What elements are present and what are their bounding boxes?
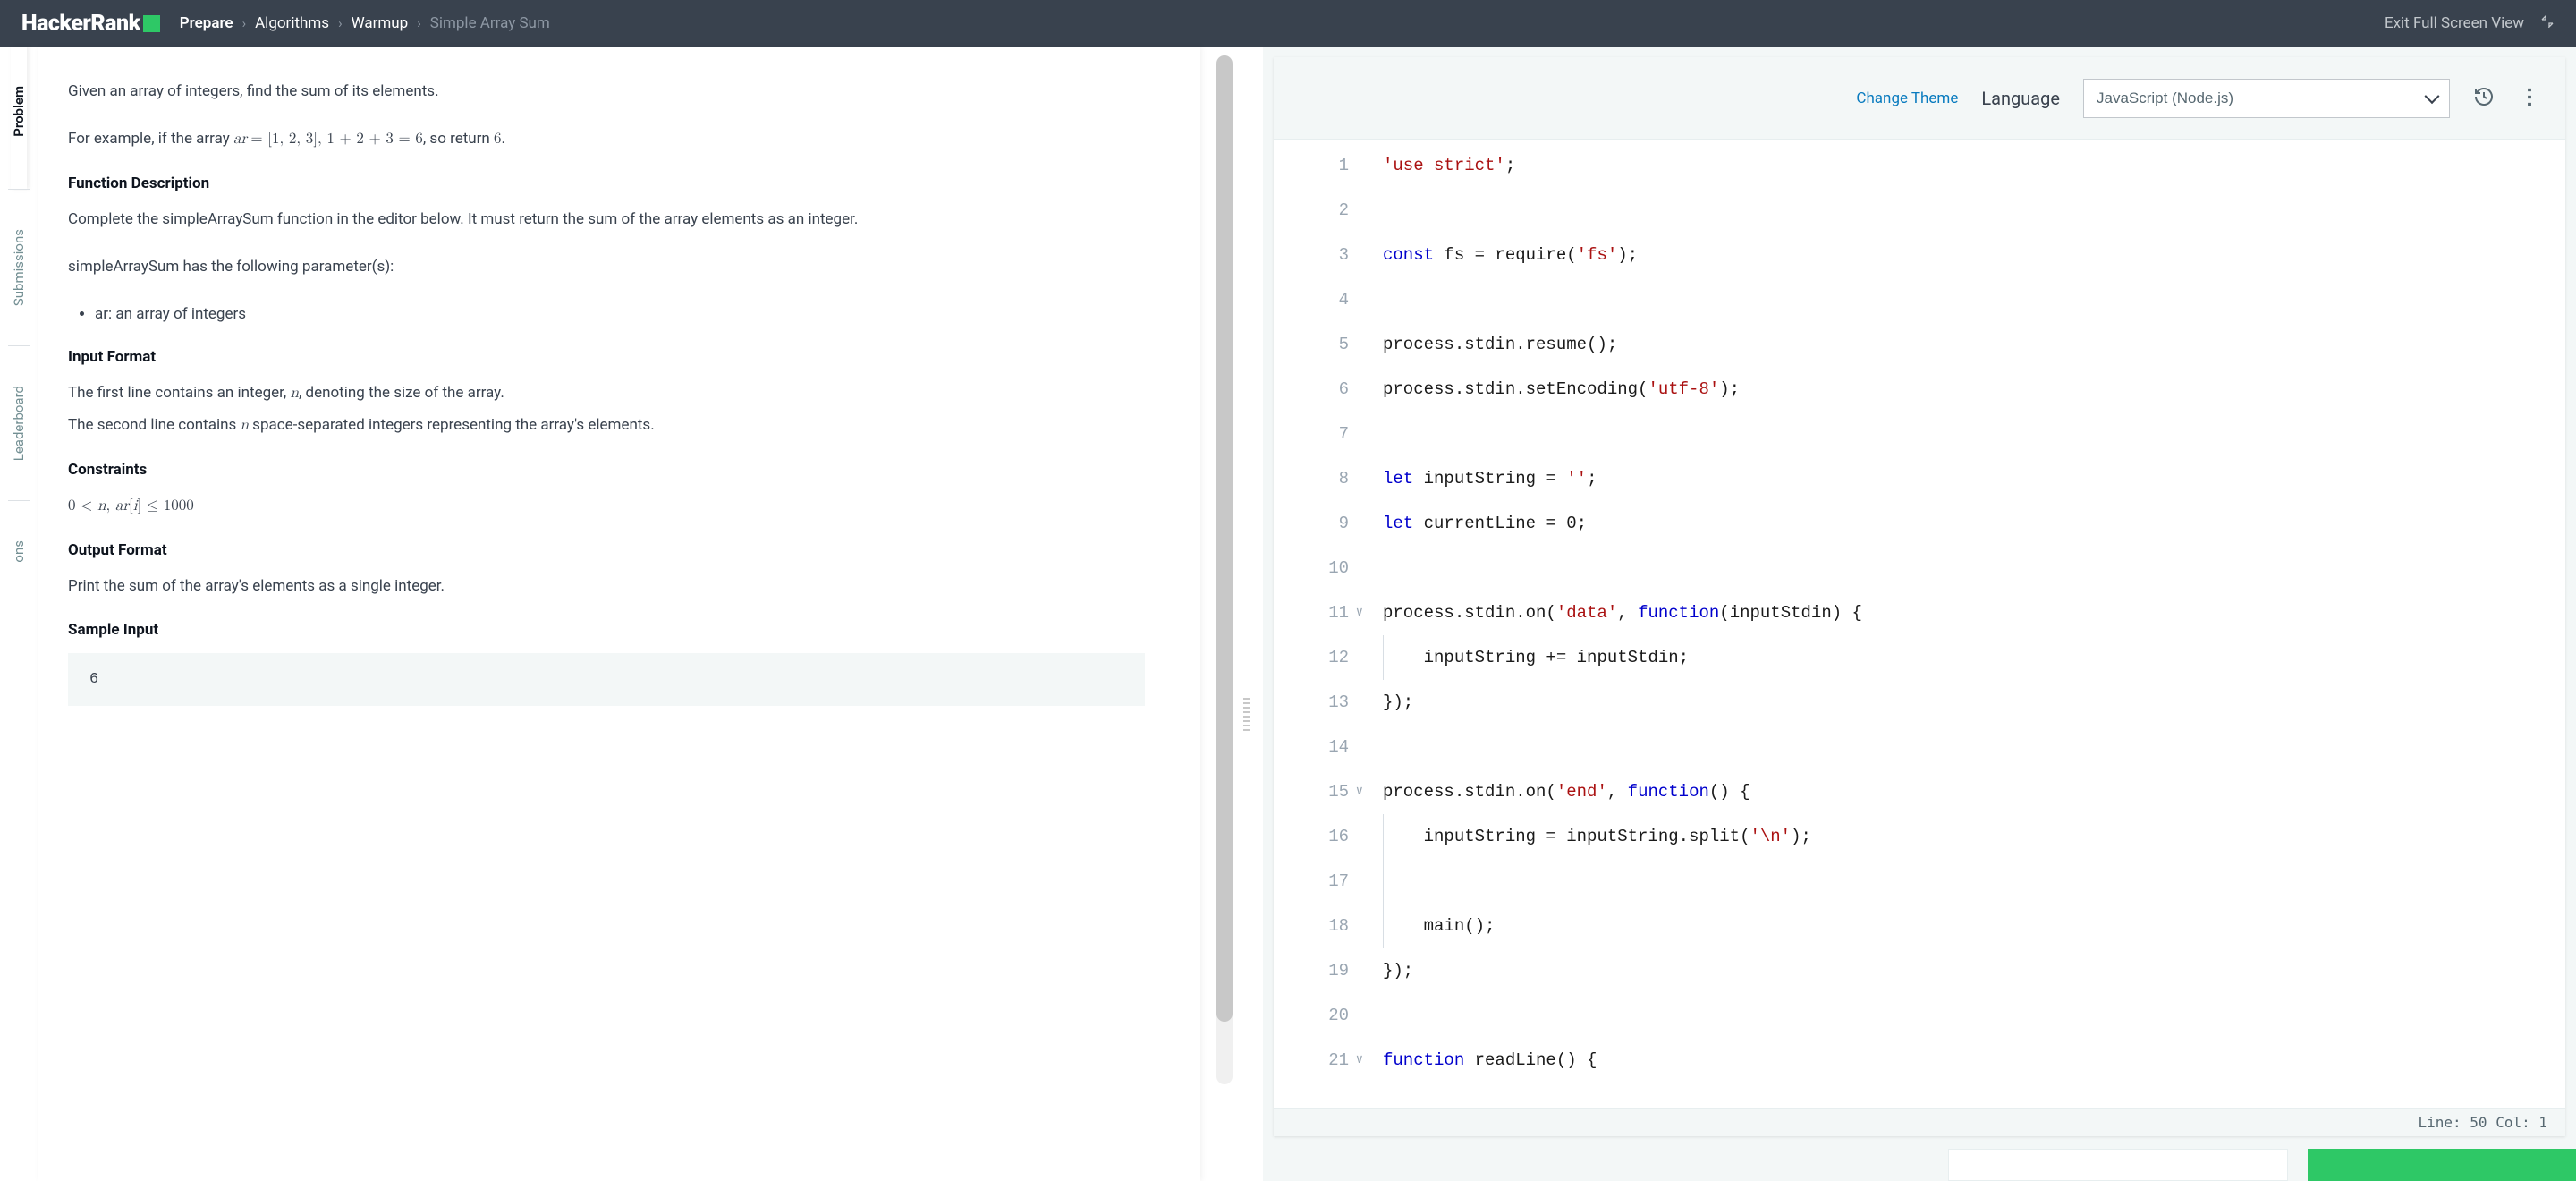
breadcrumb-current: Simple Array Sum [430, 14, 550, 32]
editor-status-bar: Line: 50 Col: 1 [1274, 1108, 2565, 1136]
side-tabs: Problem Submissions Leaderboard ons [0, 47, 38, 1181]
fold-icon[interactable]: ∨ [1356, 1038, 1363, 1083]
section-heading: Input Format [68, 348, 1145, 366]
tab-leaderboard[interactable]: Leaderboard [11, 373, 27, 473]
exit-fullscreen-link[interactable]: Exit Full Screen View [2385, 14, 2524, 32]
submit-button[interactable] [2308, 1149, 2576, 1181]
breadcrumb: Prepare › Algorithms › Warmup › Simple A… [180, 14, 550, 32]
fold-icon[interactable]: ∨ [1356, 590, 1363, 635]
chevron-right-icon: › [338, 15, 343, 31]
change-theme-link[interactable]: Change Theme [1856, 89, 1958, 107]
tab-submissions[interactable]: Submissions [11, 217, 27, 319]
section-heading: Output Format [68, 541, 1145, 559]
chevron-right-icon: › [242, 15, 247, 31]
history-icon[interactable] [2473, 86, 2495, 111]
tab-divider [8, 189, 30, 190]
tab-discussions[interactable]: ons [11, 528, 27, 575]
language-select[interactable]: JavaScript (Node.js) [2083, 79, 2450, 118]
section-heading: Sample Input [68, 621, 1145, 639]
top-header: HackerRank Prepare › Algorithms › Warmup… [0, 0, 2576, 47]
paragraph: Complete the simpleArraySum function in … [68, 207, 1145, 233]
editor-card: Change Theme Language JavaScript (Node.j… [1274, 57, 2565, 1136]
paragraph: The second line contains n space-separat… [68, 412, 1145, 439]
more-options-icon[interactable]: ⋯ [2518, 86, 2543, 110]
paragraph: The first line contains an integer, n, d… [68, 380, 1145, 407]
line-gutter: 1 2 3 4 5 6 7 8 9 10 11∨ 12 13 14 15∨ 16… [1274, 140, 1363, 1108]
paragraph: simpleArraySum has the following paramet… [68, 254, 1145, 280]
editor-toolbar: Change Theme Language JavaScript (Node.j… [1274, 57, 2565, 140]
section-heading: Constraints [68, 461, 1145, 479]
breadcrumb-warmup[interactable]: Warmup [352, 14, 409, 32]
list-item: ar: an array of integers [95, 302, 1145, 327]
paragraph: For example, if the array ar = [1, 2, 3]… [68, 126, 1145, 153]
problem-description: Given an array of integers, find the sum… [38, 47, 1200, 1181]
panel-resize-handle[interactable] [1243, 698, 1250, 731]
breadcrumb-prepare[interactable]: Prepare [180, 14, 233, 32]
scrollbar-thumb[interactable] [1216, 55, 1233, 1022]
sample-input-box: 6 [68, 653, 1145, 706]
collapse-icon[interactable] [2540, 14, 2555, 32]
language-label: Language [1981, 88, 2060, 109]
tab-problem[interactable]: Problem [11, 73, 27, 149]
breadcrumb-algorithms[interactable]: Algorithms [255, 14, 329, 32]
logo-square-icon [143, 15, 160, 32]
paragraph: Print the sum of the array's elements as… [68, 574, 1145, 599]
section-heading: Function Description [68, 174, 1145, 192]
run-button[interactable] [1948, 1149, 2288, 1181]
code-editor[interactable]: 1 2 3 4 5 6 7 8 9 10 11∨ 12 13 14 15∨ 16… [1274, 140, 2565, 1108]
chevron-right-icon: › [417, 15, 421, 31]
paragraph: Given an array of integers, find the sum… [68, 79, 1145, 105]
action-buttons [1948, 1149, 2576, 1181]
editor-area: Change Theme Language JavaScript (Node.j… [1263, 47, 2576, 1181]
brand-logo[interactable]: HackerRank [21, 11, 160, 37]
fold-icon[interactable]: ∨ [1356, 769, 1363, 814]
code-content[interactable]: 'use strict'; const fs = require('fs'); … [1363, 140, 1862, 1108]
constraint-math: 0 < n, ar[i] ≤ 1000 [68, 493, 1145, 520]
tab-divider [8, 500, 30, 501]
vertical-scrollbar[interactable] [1216, 55, 1233, 1084]
tab-divider [8, 345, 30, 346]
